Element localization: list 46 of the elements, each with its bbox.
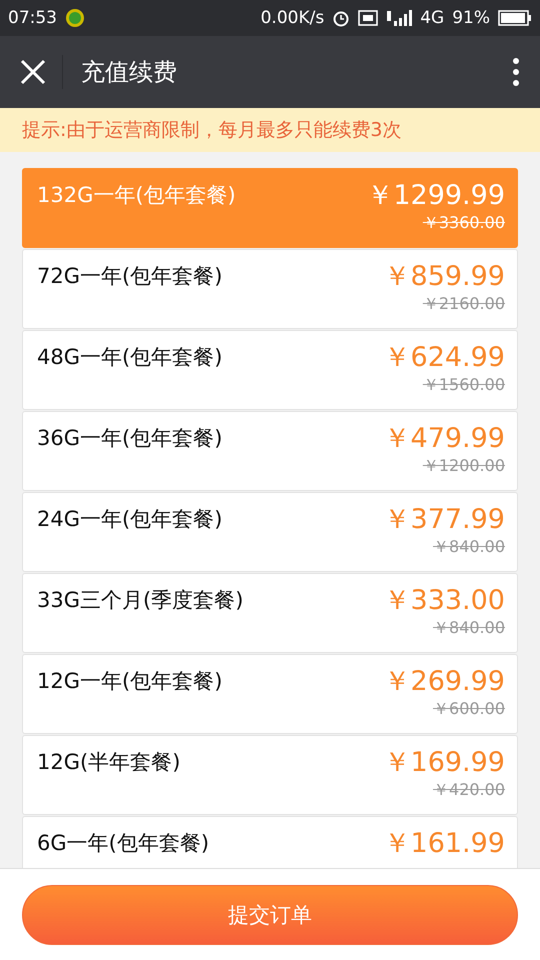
original-price: ￥600.00 <box>433 699 505 720</box>
notice-banner: 提示:由于运营商限制，每月最多只能续费3次 <box>0 108 540 152</box>
battery-percent: 91% <box>452 8 490 28</box>
plan-name: 48G一年(包年套餐) <box>37 344 222 371</box>
plan-name: 36G一年(包年套餐) <box>37 425 222 452</box>
plan-price: ￥1299.99 <box>366 179 505 213</box>
plan-name: 72G一年(包年套餐) <box>37 263 222 290</box>
network-type: 4G <box>420 8 444 28</box>
app-icon <box>65 8 85 28</box>
plan-price: ￥161.99 <box>384 827 505 861</box>
plan-price: ￥859.99 <box>384 260 505 294</box>
original-price: ￥2160.00 <box>422 294 505 315</box>
plan-name: 24G一年(包年套餐) <box>37 506 222 533</box>
plan-price: ￥377.99 <box>384 503 505 537</box>
plan-price: ￥333.00 <box>384 584 505 618</box>
original-price: ￥840.00 <box>433 537 505 558</box>
plan-name: 12G一年(包年套餐) <box>37 668 222 695</box>
plan-option[interactable]: 72G一年(包年套餐) ￥859.99 ￥2160.00 <box>22 249 518 329</box>
plan-name: 132G一年(包年套餐) <box>37 182 236 209</box>
status-time: 07:53 <box>8 8 57 28</box>
network-speed: 0.00K/s <box>260 8 324 28</box>
more-icon[interactable] <box>512 57 520 87</box>
plan-option[interactable]: 12G(半年套餐) ￥169.99 ￥420.00 <box>22 735 518 815</box>
page-title: 充值续费 <box>81 57 178 88</box>
alarm-icon <box>332 9 350 27</box>
original-price: ￥420.00 <box>433 780 505 801</box>
plan-option[interactable]: 12G一年(包年套餐) ￥269.99 ￥600.00 <box>22 654 518 734</box>
plan-option[interactable]: 33G三个月(季度套餐) ￥333.00 ￥840.00 <box>22 573 518 653</box>
signal-icon <box>386 9 412 27</box>
plan-option[interactable]: 36G一年(包年套餐) ￥479.99 ￥1200.00 <box>22 411 518 491</box>
original-price: ￥3360.00 <box>422 213 505 234</box>
battery-icon <box>498 10 532 26</box>
plan-price: ￥624.99 <box>384 341 505 375</box>
plan-price: ￥269.99 <box>384 665 505 699</box>
plan-option[interactable]: 48G一年(包年套餐) ￥624.99 ￥1560.00 <box>22 330 518 410</box>
plan-name: 12G(半年套餐) <box>37 749 180 776</box>
plan-option[interactable]: 24G一年(包年套餐) ￥377.99 ￥840.00 <box>22 492 518 572</box>
plan-option[interactable]: 6G一年(包年套餐) ￥161.99 <box>22 816 518 868</box>
plan-name: 6G一年(包年套餐) <box>37 830 210 857</box>
original-price: ￥1200.00 <box>422 456 505 477</box>
close-icon[interactable] <box>20 59 46 85</box>
original-price: ￥840.00 <box>433 618 505 639</box>
plan-price: ￥479.99 <box>384 422 505 456</box>
original-price: ￥1560.00 <box>422 375 505 396</box>
plan-name: 33G三个月(季度套餐) <box>37 587 244 614</box>
plan-price: ￥169.99 <box>384 746 505 780</box>
